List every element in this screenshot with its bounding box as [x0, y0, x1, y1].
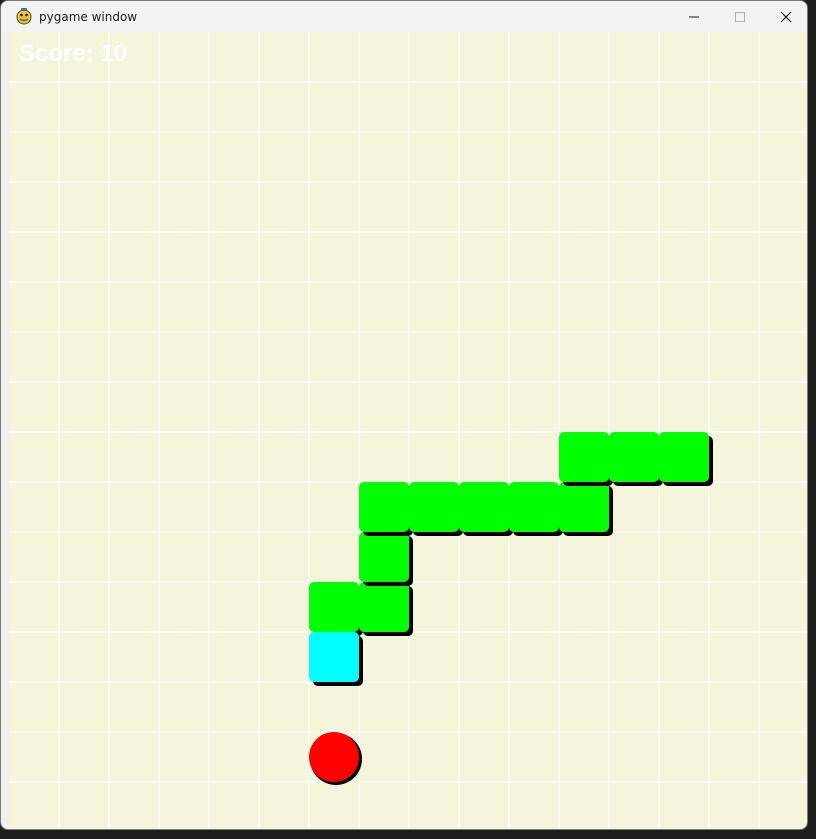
snake-body-segment-fill: [459, 482, 509, 532]
snake-body-segment: [359, 482, 413, 536]
title-bar[interactable]: pygame window: [1, 1, 807, 32]
snake-body-segment-fill: [559, 432, 609, 482]
window-title: pygame window: [39, 10, 138, 24]
game-canvas[interactable]: Score: 10: [9, 32, 807, 829]
pygame-snake-icon: [15, 7, 33, 25]
snake-body-segment-fill: [359, 582, 409, 632]
snake-body-segment-fill: [659, 432, 709, 482]
score-display: Score: 10: [19, 40, 128, 67]
snake-body-segment-fill: [609, 432, 659, 482]
snake-body-segment: [509, 482, 563, 536]
snake-body-segment-fill: [359, 532, 409, 582]
snake-body-segment: [609, 432, 663, 486]
snake-body-segment: [359, 582, 413, 636]
game-entities: [309, 432, 713, 785]
snake-body-segment: [659, 432, 713, 486]
snake-body-segment-fill: [509, 482, 559, 532]
snake-body-segment: [559, 482, 613, 536]
snake-body-segment: [559, 432, 613, 486]
snake-body-segment-fill: [559, 482, 609, 532]
snake-body-segment: [459, 482, 513, 536]
food-apple: [309, 732, 362, 785]
minimize-icon: [688, 11, 700, 23]
maximize-icon: [734, 11, 746, 23]
snake-body-segment: [359, 532, 413, 586]
food-fill: [309, 732, 359, 782]
close-button[interactable]: [763, 1, 807, 32]
snake-body-segment-fill: [409, 482, 459, 532]
snake-head: [309, 632, 363, 686]
close-icon: [780, 11, 792, 23]
pygame-window: pygame window Score: 10: [0, 0, 808, 830]
snake-body-segment: [309, 582, 363, 636]
minimize-button[interactable]: [671, 1, 717, 32]
snake-body-segment: [409, 482, 463, 536]
snake-body-segment-fill: [359, 482, 409, 532]
maximize-button[interactable]: [717, 1, 763, 32]
snake-body-segment-fill: [309, 582, 359, 632]
snake-head-fill: [309, 632, 359, 682]
